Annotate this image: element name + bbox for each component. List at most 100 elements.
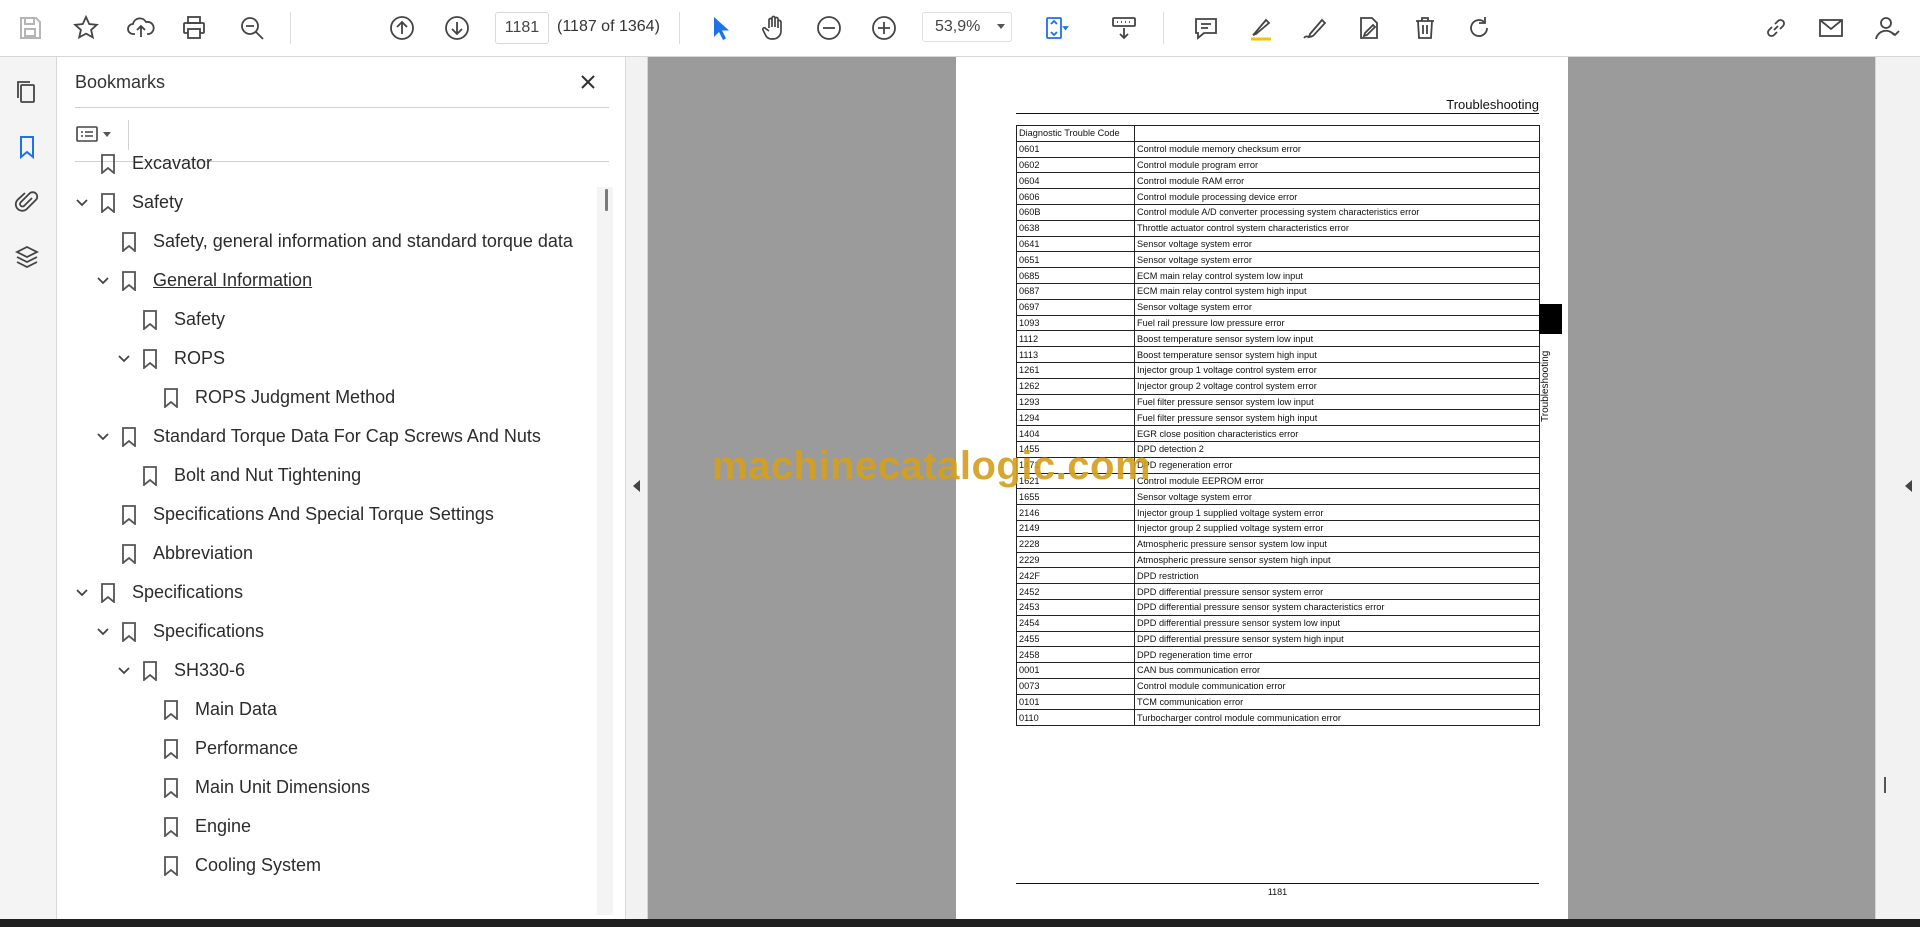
prev-page-icon[interactable] — [386, 12, 418, 44]
table-row: 060B Control module A/D converter process… — [1016, 203, 1540, 221]
bookmark-label: SH330-6 — [174, 660, 246, 680]
highlight-icon[interactable] — [1245, 12, 1277, 44]
zoom-search-icon[interactable] — [236, 12, 268, 44]
bookmark-label: Engine — [195, 816, 252, 836]
bookmark-item[interactable]: Specifications — [95, 612, 264, 651]
viewer-scroll-thumb[interactable] — [1884, 777, 1886, 793]
bookmark-item[interactable]: Engine — [137, 807, 251, 846]
dtc-description-cell: EGR close position characteristics error — [1134, 425, 1540, 442]
dtc-code-cell: 1093 — [1016, 314, 1135, 332]
bookmark-item[interactable]: General Information — [95, 261, 312, 300]
bookmark-item[interactable]: ROPS Judgment Method — [137, 378, 395, 417]
dtc-code-cell: 2454 — [1016, 614, 1135, 632]
comment-icon[interactable] — [1190, 12, 1222, 44]
dtc-description-cell: Boost temperature sensor system low inpu… — [1134, 330, 1540, 348]
chevron-left-icon[interactable] — [1905, 480, 1912, 492]
bookmark-item[interactable]: Main Data — [137, 690, 277, 729]
dtc-description-cell: ECM main relay control system low input — [1134, 267, 1540, 284]
upload-icon[interactable] — [125, 12, 157, 44]
chevron-down-icon[interactable] — [95, 624, 111, 640]
chevron-down-icon[interactable] — [95, 429, 111, 445]
bookmark-item[interactable]: Abbreviation — [95, 534, 253, 573]
dtc-description-cell: Injector group 1 voltage control system … — [1134, 361, 1540, 379]
bookmark-item[interactable]: Safety — [74, 183, 183, 222]
bookmark-item[interactable]: Main Unit Dimensions — [137, 768, 370, 807]
mail-icon[interactable] — [1815, 12, 1847, 44]
table-row: 242F DPD restriction — [1016, 567, 1540, 585]
panel-scroll-thumb[interactable] — [605, 189, 608, 211]
bookmark-item[interactable]: Excavator — [74, 144, 212, 183]
zoom-out-icon[interactable] — [813, 12, 845, 44]
share-link-icon[interactable] — [1760, 12, 1792, 44]
layers-icon[interactable] — [10, 240, 44, 274]
table-row: 2149 Injector group 2 supplied voltage sy… — [1016, 519, 1540, 537]
bookmark-item[interactable]: Safety — [116, 300, 225, 339]
fill-sign-icon[interactable] — [1353, 12, 1385, 44]
right-pane-strip[interactable] — [1875, 57, 1920, 919]
section-tab — [1539, 304, 1562, 334]
table-row: 0602 Control module program error — [1016, 156, 1540, 174]
chevron-down-icon[interactable] — [95, 273, 111, 289]
bookmark-item[interactable]: Bolt and Nut Tightening — [116, 456, 361, 495]
chevron-down-icon[interactable] — [74, 585, 90, 601]
select-cursor-icon[interactable] — [704, 12, 736, 44]
rotate-icon[interactable] — [1463, 12, 1495, 44]
chevron-down-icon[interactable] — [74, 195, 90, 211]
star-icon[interactable] — [70, 12, 102, 44]
dtc-code-cell: 1113 — [1016, 346, 1135, 363]
dtc-code-cell: 0101 — [1016, 693, 1135, 711]
dtc-code-cell: 0685 — [1016, 267, 1135, 284]
delete-icon[interactable] — [1409, 12, 1441, 44]
dtc-description-cell: DPD differential pressure sensor system … — [1134, 598, 1540, 616]
table-row: 1294 Fuel filter pressure sensor system h… — [1016, 409, 1540, 427]
dtc-description-cell: Sensor voltage system error — [1134, 235, 1540, 253]
dtc-code-cell: 1404 — [1016, 425, 1135, 442]
bookmark-icon — [100, 192, 116, 214]
dtc-description-cell: Control module program error — [1134, 156, 1540, 174]
save-icon[interactable] — [14, 12, 46, 44]
page-number-input[interactable]: 1181 — [495, 12, 549, 44]
fit-page-icon[interactable] — [1040, 12, 1072, 44]
chevron-down-icon[interactable] — [116, 351, 132, 367]
bookmark-item[interactable]: Standard Torque Data For Cap Screws And … — [95, 417, 541, 456]
taskbar-edge — [0, 919, 1920, 927]
table-header-cell: Diagnostic Trouble Code — [1016, 125, 1135, 142]
chevron-left-icon[interactable] — [633, 480, 640, 492]
zoom-in-icon[interactable] — [868, 12, 900, 44]
table-row: 0697 Sensor voltage system error — [1016, 298, 1540, 316]
bookmark-icon — [121, 621, 137, 643]
chevron-down-icon[interactable] — [116, 663, 132, 679]
bookmarks-icon[interactable] — [10, 130, 44, 164]
scroll-mode-icon[interactable] — [1108, 12, 1140, 44]
bookmark-label: ROPS Judgment Method — [195, 387, 396, 407]
draw-icon[interactable] — [1299, 12, 1331, 44]
close-icon[interactable] — [575, 69, 601, 95]
pages-thumbnail-icon[interactable] — [10, 75, 44, 109]
dtc-description-cell: Sensor voltage system error — [1134, 251, 1540, 269]
dtc-description-cell: DPD regeneration error — [1134, 456, 1540, 474]
bookmark-item[interactable]: SH330-6 — [116, 651, 245, 690]
next-page-icon[interactable] — [441, 12, 473, 44]
hand-icon[interactable] — [758, 12, 790, 44]
print-icon[interactable] — [178, 12, 210, 44]
bookmark-item[interactable]: Cooling System — [137, 846, 321, 885]
bookmark-item[interactable]: Specifications And Special Torque Settin… — [95, 495, 494, 534]
bookmark-item[interactable]: Performance — [137, 729, 298, 768]
table-row: 1261 Injector group 1 voltage control sys… — [1016, 361, 1540, 379]
dtc-code-cell: 0641 — [1016, 235, 1135, 253]
table-row: 1262 Injector group 2 voltage control sys… — [1016, 377, 1540, 395]
account-icon[interactable] — [1871, 12, 1903, 44]
table-header-cell — [1134, 125, 1540, 142]
bookmark-item[interactable]: Specifications — [74, 573, 243, 612]
bookmark-label: Safety — [132, 192, 184, 212]
bookmark-item[interactable]: Safety, general information and standard… — [95, 222, 573, 261]
bookmark-item[interactable]: ROPS — [116, 339, 225, 378]
bookmark-icon — [121, 231, 137, 253]
bookmark-label: Excavator — [132, 153, 213, 173]
attachments-icon[interactable] — [10, 185, 44, 219]
chevron-down-icon[interactable] — [997, 24, 1005, 29]
panel-scrollbar[interactable] — [597, 187, 613, 915]
dtc-description-cell: Control module EEPROM error — [1134, 472, 1540, 490]
